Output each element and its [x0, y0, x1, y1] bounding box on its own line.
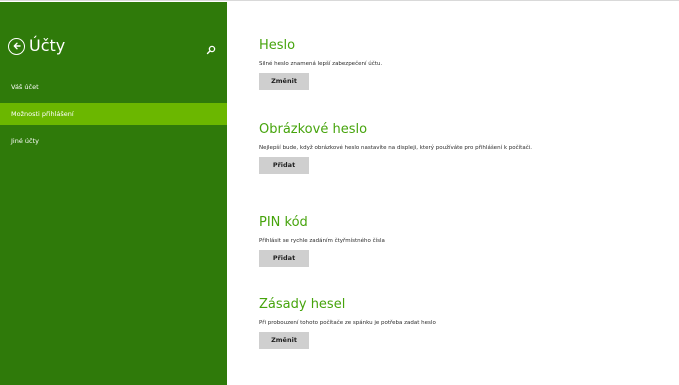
- section-desc-obrazkove-heslo: Nejlepší bude, když obrázkové heslo nast…: [259, 145, 532, 151]
- sidebar: Účty Váš účet Možnosti přihlášení Jiné ú…: [0, 2, 227, 385]
- section-pin-kod: PIN kód Přihlásit se rychle zadáním čtyř…: [259, 215, 669, 267]
- section-title-obrazkove-heslo: Obrázkové heslo: [259, 122, 368, 137]
- section-zasady-hesel: Zásady hesel Při probouzení tohoto počít…: [259, 297, 669, 349]
- sidebar-nav: Váš účet Možnosti přihlášení Jiné účty: [0, 76, 227, 157]
- sidebar-item-jine-ucty[interactable]: Jiné účty: [0, 130, 227, 152]
- section-desc-zasady-hesel: Při probouzení tohoto počítače ze spánku…: [259, 320, 436, 326]
- section-desc-heslo: Silné heslo znamená lepší zabezpečení úč…: [259, 61, 383, 67]
- add-picture-password-button[interactable]: Přidat: [259, 157, 309, 174]
- change-password-policy-button[interactable]: Změnit: [259, 332, 309, 349]
- app-window: Účty Váš účet Možnosti přihlášení Jiné ú…: [0, 0, 679, 385]
- section-title-zasady-hesel: Zásady hesel: [259, 297, 346, 312]
- section-title-pin-kod: PIN kód: [259, 215, 308, 230]
- sidebar-item-vas-ucet[interactable]: Váš účet: [0, 76, 227, 98]
- change-password-button[interactable]: Změnit: [259, 73, 309, 90]
- back-arrow-icon[interactable]: [8, 37, 25, 55]
- search-icon[interactable]: [206, 40, 216, 55]
- section-desc-pin-kod: Přihlásit se rychle zadáním čtyřmístného…: [259, 238, 385, 244]
- section-heslo: Heslo Silné heslo znamená lepší zabezpeč…: [259, 38, 669, 90]
- section-title-heslo: Heslo: [259, 38, 296, 53]
- sidebar-item-moznosti-prihlaseni[interactable]: Možnosti přihlášení: [0, 103, 227, 125]
- section-obrazkove-heslo: Obrázkové heslo Nejlepší bude, když obrá…: [259, 122, 669, 174]
- sidebar-header: Účty: [8, 34, 220, 58]
- sidebar-title: Účty: [29, 36, 66, 55]
- add-pin-button[interactable]: Přidat: [259, 250, 309, 267]
